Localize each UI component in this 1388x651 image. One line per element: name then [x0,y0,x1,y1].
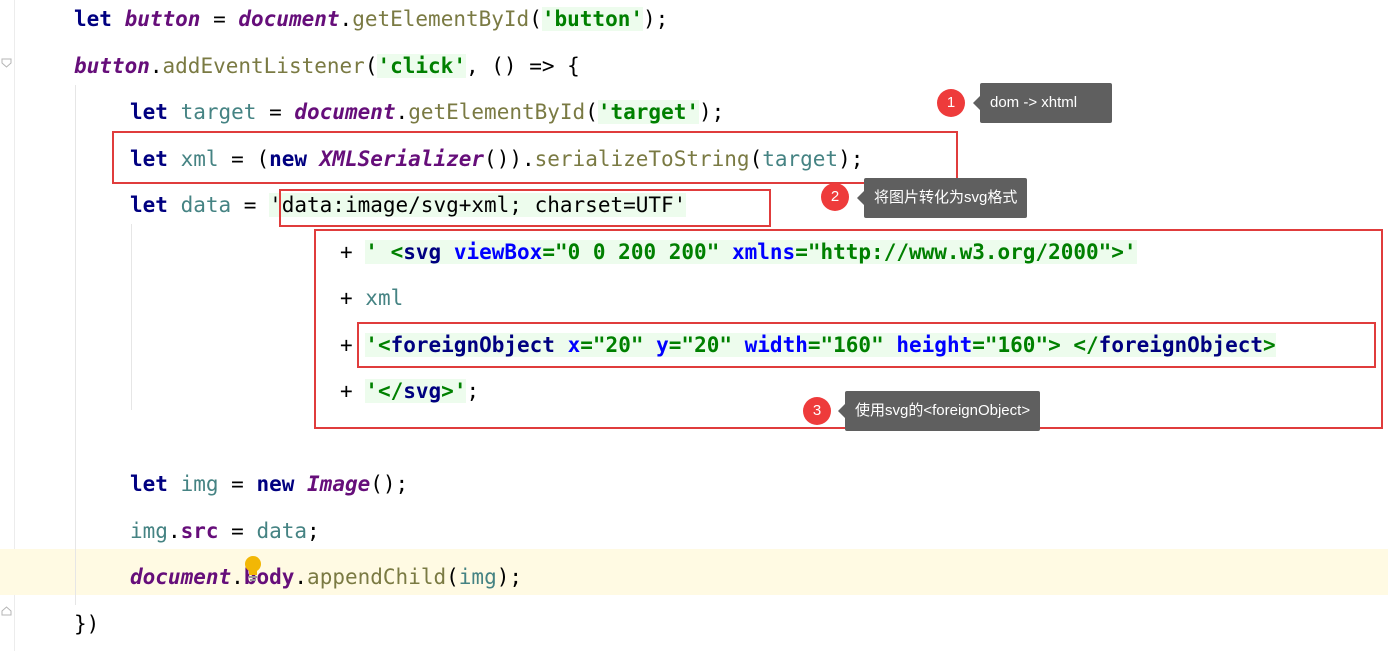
code-line-2[interactable]: button.addEventListener('click', () => { [74,51,580,81]
code-token: . [294,565,308,589]
annotation-marker-3: 3 [803,397,831,425]
code-token: ); [496,565,523,589]
fold-marker-icon[interactable] [1,58,12,68]
code-line-1[interactable]: let button = document.getElementById('bu… [74,4,668,34]
code-token: ( [364,54,378,78]
code-token: = [218,519,257,543]
code-token: = [218,472,257,496]
lightbulb-icon[interactable] [243,555,263,583]
code-token: . [149,54,163,78]
code-token: = [231,193,270,217]
code-line-13[interactable]: document.body.appendChild(img); [130,562,522,592]
code-token: . [231,565,244,589]
code-token: ); [643,7,669,31]
fold-marker-icon[interactable] [1,606,12,616]
code-line-14[interactable]: }) [74,609,99,639]
code-token: ; [307,519,320,543]
code-token: let [74,7,125,31]
code-token: document [130,565,232,589]
highlight-box-data-uri [279,189,771,227]
indent-guide [131,224,132,410]
code-token: 'click' [377,54,466,78]
code-token: img [130,519,168,543]
code-token: getElementById [408,100,586,124]
code-token: appendChild [307,565,447,589]
highlight-box-foreign-object [357,322,1376,368]
code-line-3[interactable]: let target = document.getElementById('ta… [130,97,724,127]
code-line-12[interactable]: img.src = data; [130,516,320,546]
code-token: getElementById [352,7,530,31]
code-token: data [256,519,308,543]
code-token: img [180,472,219,496]
code-token: }) [74,612,100,636]
code-token: addEventListener [162,54,365,78]
code-token: , () => { [465,54,580,78]
indent-guide [75,85,76,605]
code-token: . [395,100,409,124]
code-token: (); [370,472,409,496]
annotation-tooltip-1: dom -> xhtml [973,83,1112,123]
code-token: document [238,7,340,31]
code-token: src [180,519,219,543]
code-token: button [74,54,150,78]
code-token: . [167,519,181,543]
annotation-marker-1: 1 [937,89,965,117]
annotation-tooltip-3: 使用svg的<foreignObject> [837,391,1041,431]
code-token: new [256,472,308,496]
code-token: 'target' [597,100,700,124]
code-token: . [339,7,353,31]
annotation-tooltip-2: 将图片转化为svg格式 [856,178,1028,218]
code-token: target [180,100,257,124]
code-token: ( [446,565,459,589]
code-token: = [200,7,239,31]
code-token: ( [529,7,542,31]
highlight-box-xml [112,131,958,184]
code-token: = [256,100,295,124]
code-token: let [130,472,181,496]
code-token: document [294,100,396,124]
code-token: Image [307,472,371,496]
code-token: let [130,193,181,217]
code-token: ); [699,100,725,124]
code-token: ( [585,100,598,124]
code-line-11[interactable]: let img = new Image(); [130,469,408,499]
code-token: button [124,7,201,31]
code-token: 'button' [541,7,644,31]
code-token: img [458,565,497,589]
code-token: data [180,193,232,217]
code-token: let [130,100,181,124]
annotation-marker-2: 2 [821,183,849,211]
